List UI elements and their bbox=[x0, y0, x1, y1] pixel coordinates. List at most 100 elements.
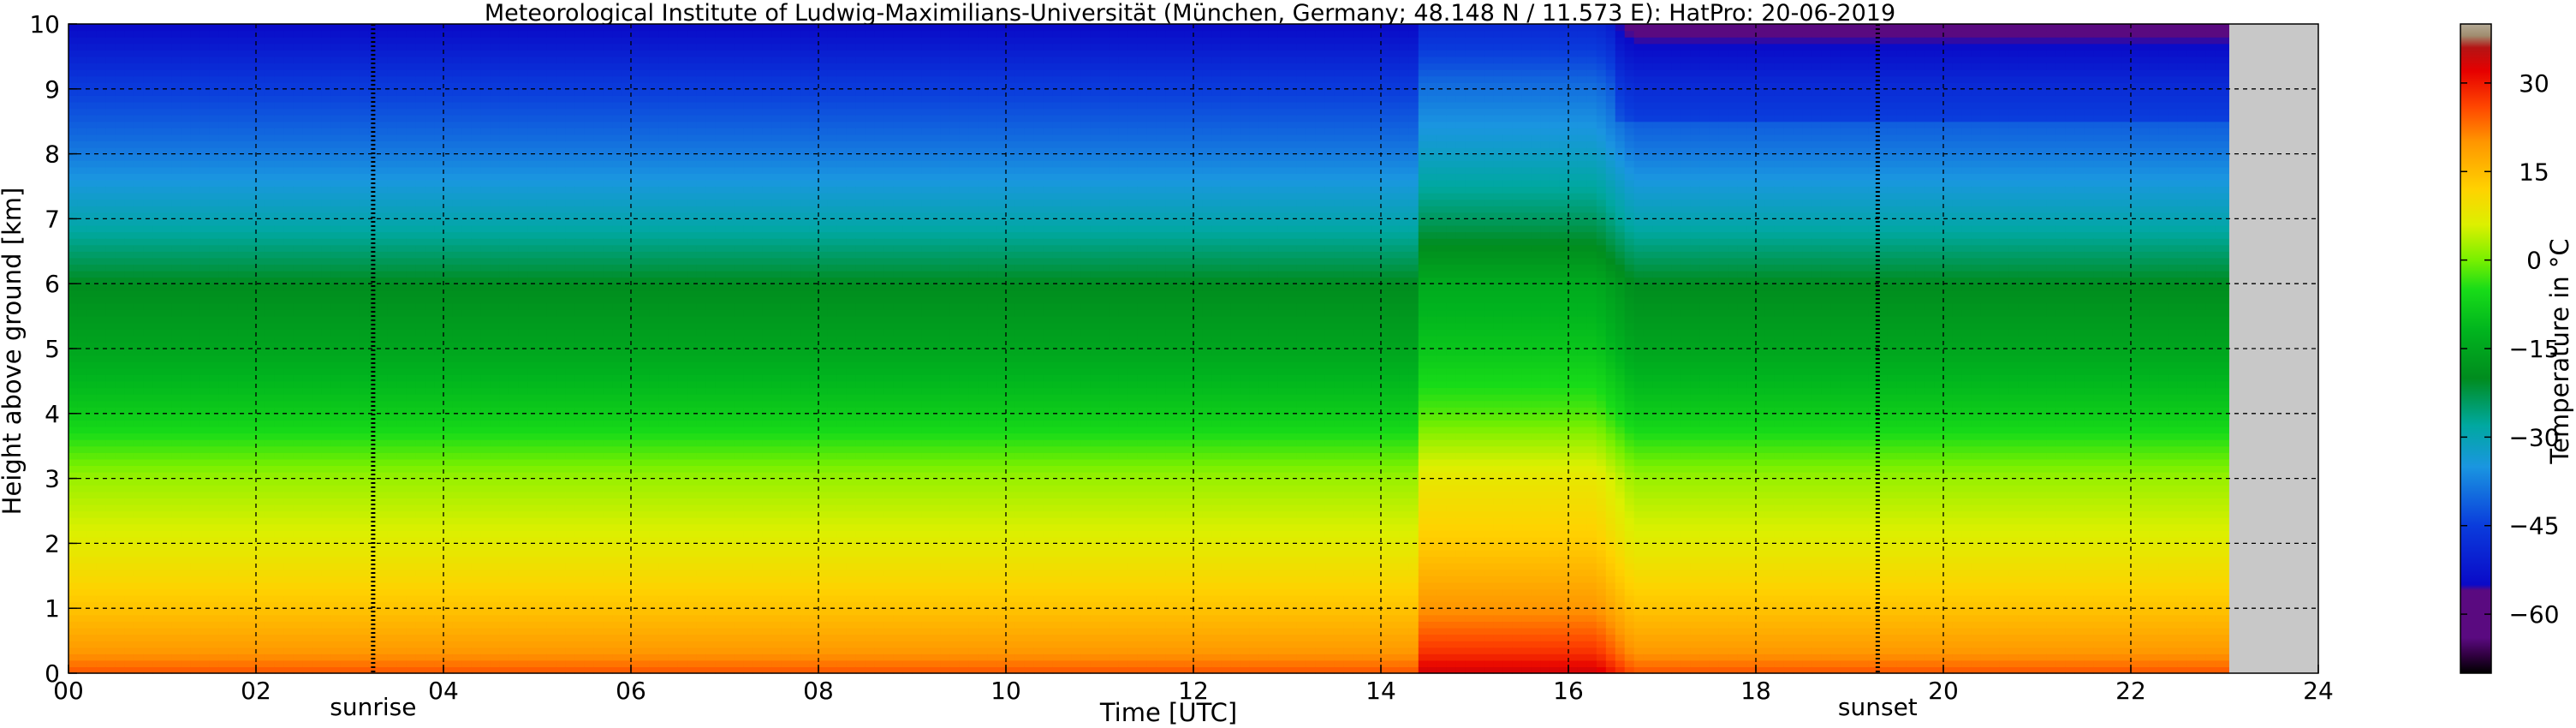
heatmap-cell bbox=[312, 37, 323, 45]
heatmap-cell bbox=[396, 115, 407, 122]
heatmap-cell bbox=[274, 224, 285, 233]
heatmap-cell bbox=[237, 504, 247, 512]
heatmap-cell bbox=[152, 420, 164, 427]
heatmap-cell bbox=[190, 244, 200, 252]
heatmap-cell bbox=[406, 95, 416, 103]
heatmap-cell bbox=[480, 426, 491, 434]
heatmap-cell bbox=[247, 56, 257, 64]
heatmap-cell bbox=[434, 75, 444, 83]
heatmap-cell bbox=[378, 316, 388, 324]
heatmap-cell bbox=[218, 485, 229, 492]
heatmap-cell bbox=[349, 316, 360, 324]
heatmap-cell bbox=[265, 186, 276, 194]
heatmap-cell bbox=[190, 186, 200, 194]
heatmap-cell bbox=[68, 134, 79, 142]
heatmap-cell bbox=[499, 420, 510, 427]
heatmap-cell bbox=[152, 627, 164, 636]
heatmap-cell bbox=[283, 380, 294, 389]
heatmap-cell bbox=[302, 231, 313, 239]
heatmap-cell bbox=[171, 576, 181, 583]
heatmap-cell bbox=[199, 63, 210, 70]
heatmap-cell bbox=[461, 271, 473, 278]
heatmap-cell bbox=[181, 329, 191, 337]
heatmap-cell bbox=[321, 160, 332, 168]
heatmap-cell bbox=[77, 309, 88, 317]
heatmap-cell bbox=[452, 543, 463, 551]
heatmap-cell bbox=[312, 329, 323, 337]
heatmap-cell bbox=[461, 420, 473, 427]
heatmap-cell bbox=[237, 251, 247, 259]
heatmap-cell bbox=[452, 355, 463, 362]
heatmap-cell bbox=[330, 510, 342, 518]
heatmap-cell bbox=[162, 37, 173, 45]
heatmap-cell bbox=[349, 420, 360, 427]
heatmap-cell bbox=[425, 193, 435, 200]
heatmap-cell bbox=[387, 160, 397, 168]
heatmap-cell bbox=[209, 316, 219, 324]
heatmap-cell bbox=[218, 439, 229, 447]
heatmap-cell bbox=[387, 238, 397, 246]
heatmap-cell bbox=[518, 517, 529, 525]
heatmap-cell bbox=[96, 374, 107, 382]
heatmap-cell bbox=[265, 452, 276, 460]
heatmap-cell bbox=[237, 309, 247, 317]
heatmap-cell bbox=[152, 271, 164, 278]
heatmap-cell bbox=[340, 634, 351, 641]
heatmap-cell bbox=[359, 108, 369, 116]
heatmap-cell bbox=[471, 206, 482, 213]
heatmap-cell bbox=[480, 251, 491, 259]
heatmap-cell bbox=[124, 238, 135, 246]
heatmap-cell bbox=[190, 63, 200, 70]
heatmap-cell bbox=[349, 101, 360, 110]
heatmap-cell bbox=[143, 569, 154, 576]
heatmap-cell bbox=[124, 115, 135, 122]
heatmap-cell bbox=[171, 264, 181, 272]
heatmap-cell bbox=[115, 374, 126, 382]
heatmap-cell bbox=[209, 88, 219, 96]
heatmap-cell bbox=[471, 283, 482, 291]
heatmap-cell bbox=[228, 173, 238, 181]
heatmap-cell bbox=[321, 309, 332, 317]
heatmap-cell bbox=[190, 302, 200, 311]
heatmap-cell bbox=[330, 576, 342, 583]
heatmap-cell bbox=[237, 134, 247, 142]
heatmap-cell bbox=[378, 244, 388, 252]
heatmap-cell bbox=[349, 43, 360, 51]
heatmap-cell bbox=[265, 206, 276, 213]
heatmap-cell bbox=[499, 173, 510, 181]
heatmap-cell bbox=[218, 413, 229, 421]
heatmap-cell bbox=[218, 400, 229, 408]
heatmap-cell bbox=[228, 238, 238, 246]
heatmap-cell bbox=[68, 179, 79, 188]
heatmap-cell bbox=[509, 420, 520, 427]
heatmap-cell bbox=[152, 329, 164, 337]
heatmap-cell bbox=[443, 186, 454, 194]
heatmap-cell bbox=[461, 465, 473, 473]
heatmap-cell bbox=[190, 206, 200, 213]
heatmap-cell bbox=[461, 614, 473, 622]
heatmap-cell bbox=[86, 283, 98, 291]
heatmap-cell bbox=[480, 56, 491, 64]
heatmap-cell bbox=[68, 426, 79, 434]
heatmap-cell bbox=[143, 659, 154, 668]
heatmap-cell bbox=[480, 257, 491, 266]
heatmap-cell bbox=[330, 101, 342, 110]
heatmap-cell bbox=[265, 108, 276, 116]
heatmap-cell bbox=[228, 134, 238, 142]
heatmap-cell bbox=[359, 582, 369, 590]
heatmap-cell bbox=[387, 634, 397, 641]
heatmap-cell bbox=[312, 271, 323, 278]
heatmap-cell bbox=[443, 140, 454, 148]
heatmap-cell bbox=[134, 627, 145, 636]
heatmap-cell bbox=[152, 485, 164, 492]
heatmap-cell bbox=[190, 335, 200, 343]
heatmap-cell bbox=[199, 75, 210, 83]
heatmap-cell bbox=[134, 465, 145, 473]
heatmap-cell bbox=[359, 549, 369, 558]
heatmap-cell bbox=[387, 413, 397, 421]
heatmap-cell bbox=[77, 367, 88, 375]
heatmap-cell bbox=[518, 153, 529, 161]
heatmap-cell bbox=[480, 309, 491, 317]
heatmap-cell bbox=[283, 101, 294, 110]
heatmap-cell bbox=[77, 608, 88, 616]
